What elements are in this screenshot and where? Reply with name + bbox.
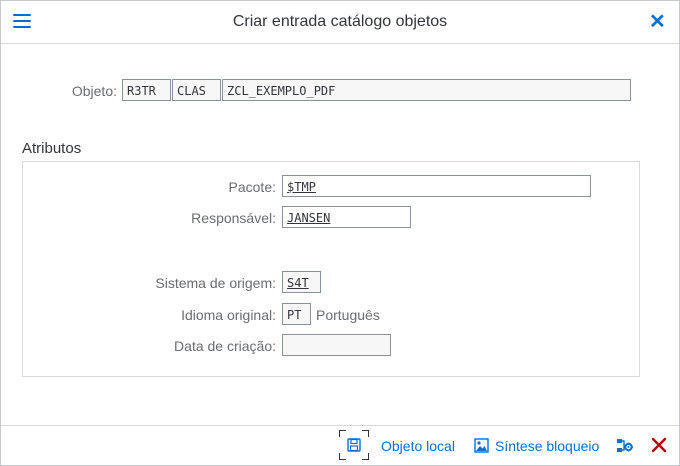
package-label: Pacote:	[228, 179, 276, 195]
save-icon	[347, 438, 361, 452]
owner-label: Responsável:	[191, 210, 276, 226]
object-type-field: CLAS	[172, 79, 221, 101]
cancel-icon[interactable]	[651, 437, 667, 456]
owner-input[interactable]: JANSEN	[282, 206, 411, 228]
original-language-text: Português	[316, 307, 380, 323]
save-button[interactable]	[339, 430, 369, 460]
object-name-field: ZCL_EXEMPLO_PDF	[222, 79, 631, 101]
dialog-title: Criar entrada catálogo objetos	[232, 13, 448, 30]
image-icon	[474, 438, 489, 453]
lock-overview-button[interactable]: Síntese bloqueio	[495, 436, 599, 456]
close-icon[interactable]: ✕	[649, 12, 666, 32]
local-object-button[interactable]: Objeto local	[381, 436, 455, 456]
object-label: Objeto:	[71, 83, 117, 99]
creation-date-label: Data de criação:	[174, 338, 276, 354]
package-input[interactable]: $TMP	[282, 175, 591, 197]
dialog-header: Criar entrada catálogo objetos ✕	[1, 1, 679, 44]
source-system-label: Sistema de origem:	[155, 275, 276, 291]
source-system-field[interactable]: S4T	[282, 271, 321, 293]
object-pgmid-field: R3TR	[122, 79, 171, 101]
creation-date-field	[282, 334, 391, 356]
attributes-section-title: Atributos	[22, 140, 82, 157]
create-object-catalog-dialog: Criar entrada catálogo objetos ✕ Objeto:…	[0, 0, 680, 466]
hierarchy-settings-icon[interactable]	[616, 437, 634, 458]
original-language-field: PT	[282, 303, 311, 325]
original-language-label: Idioma original:	[181, 307, 276, 323]
lock-overview-icon[interactable]	[474, 438, 489, 456]
